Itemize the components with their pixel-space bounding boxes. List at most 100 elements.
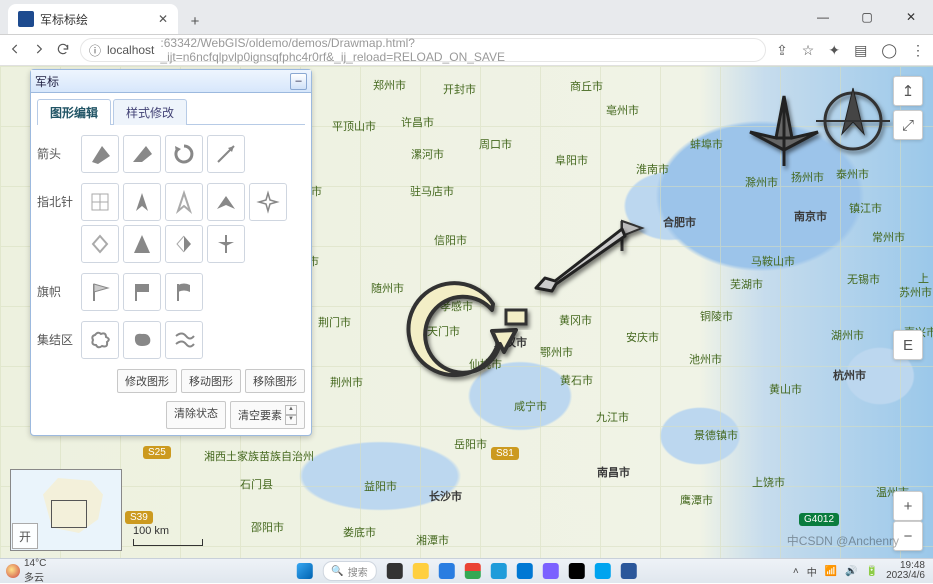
url-rest: :63342/WebGIS/oldemo/demos/Drawmap.html?… [160, 36, 757, 64]
tool-zone-cloud[interactable] [81, 321, 119, 359]
map-east-button[interactable]: E [893, 330, 923, 360]
symbol-north-plane [750, 96, 818, 166]
overview-toggle-button[interactable]: 开 [12, 523, 38, 549]
tab-style-modify[interactable]: 样式修改 [113, 99, 187, 125]
panel-header[interactable]: 军标 – [31, 70, 311, 93]
tray-ime-icon[interactable]: 中 [807, 564, 817, 579]
group-arrow-label: 箭头 [37, 135, 81, 162]
symbol-rect-flag [506, 310, 526, 324]
tray-wifi-icon[interactable]: 📶 [825, 566, 837, 577]
tool-north-star4[interactable] [249, 183, 287, 221]
taskbar-app2[interactable] [543, 563, 559, 579]
new-tab-button[interactable]: + [182, 8, 208, 34]
panel-title: 军标 [35, 73, 59, 90]
map-zoom-in-button[interactable]: + [893, 491, 923, 521]
tool-arrow-tail[interactable] [123, 135, 161, 173]
tool-arrow-thin[interactable] [207, 135, 245, 173]
tray-chevron-icon[interactable]: ˄ [793, 566, 799, 577]
tool-arrow-circular[interactable] [165, 135, 203, 173]
modify-shape-button[interactable]: 修改图形 [117, 369, 177, 393]
extensions-icon[interactable]: ✦ [828, 42, 840, 59]
windows-taskbar[interactable]: 14°C多云 🔍 搜索 ˄ 中 📶 🔊 🔋 19:48 2023/4/6 [0, 558, 933, 583]
symbol-north-compass [816, 88, 890, 149]
tool-flag-pennant[interactable] [81, 273, 119, 311]
weather-icon [6, 564, 20, 578]
remove-shape-label: 移除图形 [253, 376, 297, 388]
military-symbol-panel[interactable]: 军标 – 图形编辑 样式修改 箭头 指北针 [30, 69, 312, 436]
clear-state-button[interactable]: 清除状态 [166, 401, 226, 429]
nav-forward-button[interactable] [32, 42, 46, 59]
taskbar-weather[interactable]: 14°C多云 [6, 558, 46, 584]
map-home-button[interactable]: ↥ [893, 76, 923, 106]
taskbar-vscode[interactable] [517, 563, 533, 579]
move-shape-button[interactable]: 移动图形 [181, 369, 241, 393]
tool-north-solid-tri[interactable] [123, 225, 161, 263]
tool-zone-snake[interactable] [165, 321, 203, 359]
url-host: localhost [107, 43, 154, 57]
modify-shape-label: 修改图形 [125, 376, 169, 388]
map-viewport[interactable]: 郑州市 开封市 商丘市 平顶山市 许昌市 漯河市 周口市 亳州市 阜阳市 蚌埠市… [0, 66, 933, 561]
tool-north-dart[interactable] [123, 183, 161, 221]
tray-date: 2023/4/6 [886, 570, 925, 581]
remove-shape-button[interactable]: 移除图形 [245, 369, 305, 393]
address-bar[interactable]: ⓘ localhost :63342/WebGIS/oldemo/demos/D… [80, 38, 766, 62]
tab-title: 军标标绘 [40, 11, 88, 28]
nav-reload-button[interactable] [56, 42, 70, 59]
tool-north-cross[interactable] [81, 183, 119, 221]
overview-toggle-label: 开 [19, 528, 31, 545]
bookmark-star-icon[interactable]: ☆ [802, 42, 815, 59]
move-shape-label: 移动图形 [189, 376, 233, 388]
taskbar-edge[interactable] [439, 563, 455, 579]
clear-features-label: 清空要素 [238, 407, 282, 423]
tool-north-half-diamond[interactable] [165, 225, 203, 263]
reader-icon[interactable]: ▤ [854, 42, 867, 59]
tab-close-icon[interactable]: ✕ [158, 12, 168, 26]
tray-clock[interactable]: 19:48 2023/4/6 [886, 561, 925, 581]
nav-back-button[interactable] [8, 42, 22, 59]
symbol-straight-arrow [536, 229, 625, 291]
window-max-button[interactable]: ▢ [845, 0, 889, 34]
group-north-label: 指北针 [37, 183, 81, 210]
share-icon[interactable]: ⇪ [776, 42, 788, 59]
tray-volume-icon[interactable]: 🔊 [845, 566, 857, 577]
east-label: E [903, 337, 913, 354]
window-close-button[interactable]: ✕ [889, 0, 933, 34]
taskbar-app4[interactable] [595, 563, 611, 579]
window-min-button[interactable]: — [801, 0, 845, 34]
taskbar-temp: 14°C [24, 558, 46, 569]
tool-arrow-broad[interactable] [81, 135, 119, 173]
taskbar-explorer[interactable] [413, 563, 429, 579]
tool-zone-blob[interactable] [123, 321, 161, 359]
taskbar-search[interactable]: 🔍 搜索 [322, 561, 376, 581]
browser-toolbar: ⓘ localhost :63342/WebGIS/oldemo/demos/D… [0, 35, 933, 66]
scale-label: 100 km [133, 525, 169, 537]
taskbar-taskview[interactable] [387, 563, 403, 579]
site-info-icon[interactable]: ⓘ [89, 42, 101, 59]
start-button[interactable] [296, 563, 312, 579]
watermark: 中CSDN @Anchenry [787, 532, 899, 549]
scale-bar: 100 km [133, 525, 203, 546]
favicon [18, 11, 34, 27]
tool-north-wide[interactable] [207, 183, 245, 221]
spin-up-icon[interactable]: ▲ [285, 405, 297, 415]
tool-flag-wave[interactable] [165, 273, 203, 311]
tab-shape-edit[interactable]: 图形编辑 [37, 99, 111, 125]
spin-down-icon[interactable]: ▼ [285, 415, 297, 425]
clear-state-label: 清除状态 [174, 408, 218, 420]
taskbar-app5[interactable] [621, 563, 637, 579]
tray-battery-icon[interactable]: 🔋 [866, 566, 878, 577]
taskbar-app3[interactable] [569, 563, 585, 579]
tool-north-outline-dart[interactable] [165, 183, 203, 221]
panel-collapse-button[interactable]: – [290, 73, 307, 90]
tool-flag-rect[interactable] [123, 273, 161, 311]
overview-extent-box [51, 500, 87, 528]
overflow-menu-icon[interactable]: ⋮ [911, 42, 925, 59]
taskbar-app1[interactable] [491, 563, 507, 579]
tool-north-diamond[interactable] [81, 225, 119, 263]
tool-north-plane[interactable] [207, 225, 245, 263]
profile-icon[interactable]: ◯ [881, 42, 897, 59]
map-fullscreen-button[interactable]: ⤢ [893, 110, 923, 140]
clear-features-button[interactable]: 清空要素 ▲▼ [230, 401, 305, 429]
browser-tab[interactable]: 军标标绘 ✕ [8, 4, 178, 34]
taskbar-chrome[interactable] [465, 563, 481, 579]
